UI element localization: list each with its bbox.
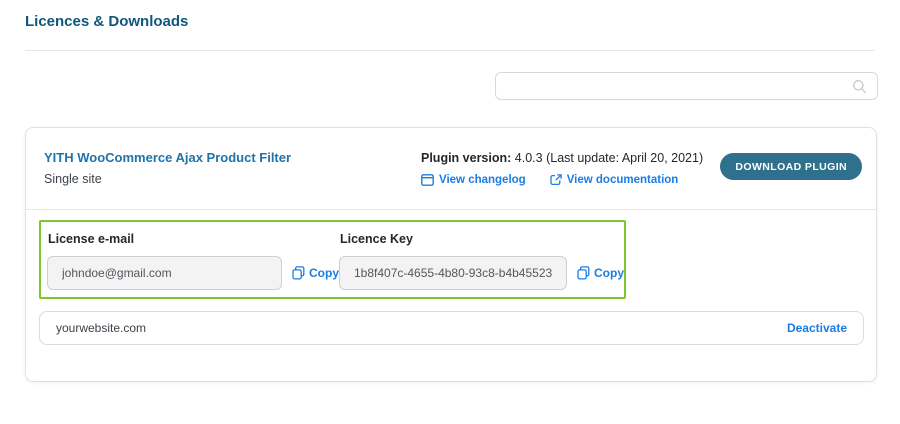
license-details-highlight-box: License e-mail Copy [39,220,626,299]
version-label: Plugin version: [421,151,511,165]
download-plugin-button[interactable]: DOWNLOAD PLUGIN [720,153,862,180]
license-email-row: Copy [47,256,339,290]
version-value: 4.0.3 [515,151,543,165]
plugin-info: YITH WooCommerce Ajax Product Filter Sin… [44,150,421,186]
doc-links: View changelog View documentation [421,174,720,186]
view-changelog-label: View changelog [439,174,526,186]
license-email-field[interactable] [47,256,282,290]
plugin-license-card: YITH WooCommerce Ajax Product Filter Sin… [25,127,877,382]
copy-icon [292,266,305,280]
title-divider [25,50,875,51]
copy-key-label: Copy [594,266,624,280]
site-name: yourwebsite.com [56,321,146,335]
last-update-text: (Last update: April 20, 2021) [546,151,703,165]
view-changelog-link[interactable]: View changelog [421,174,526,186]
license-type-label: Single site [44,172,421,186]
licences-downloads-page: Licences & Downloads YITH WooCommerce Aj… [0,0,900,424]
version-info: Plugin version: 4.0.3 (Last update: Apri… [421,150,720,186]
license-email-label: License e-mail [48,232,339,246]
copy-icon [577,266,590,280]
copy-key-link[interactable]: Copy [577,266,624,280]
search-input[interactable] [496,79,852,93]
plugin-card-header: YITH WooCommerce Ajax Product Filter Sin… [26,128,876,209]
changelog-icon [421,174,434,186]
deactivate-link[interactable]: Deactivate [787,321,847,335]
search-icon [852,79,867,94]
view-documentation-label: View documentation [567,174,679,186]
copy-email-link[interactable]: Copy [292,266,339,280]
copy-email-label: Copy [309,266,339,280]
external-link-icon [550,174,562,186]
license-key-field[interactable] [339,256,567,290]
plugin-version-line: Plugin version: 4.0.3 (Last update: Apri… [421,151,720,165]
plugin-name-link[interactable]: YITH WooCommerce Ajax Product Filter [44,150,421,165]
license-key-row: Copy [339,256,624,290]
activated-site-row: yourwebsite.com Deactivate [39,311,864,345]
search-box[interactable] [495,72,878,100]
license-email-group: License e-mail Copy [47,230,339,290]
plugin-card-body: License e-mail Copy [26,209,876,345]
license-key-label: Licence Key [340,232,624,246]
page-title: Licences & Downloads [25,13,188,30]
view-documentation-link[interactable]: View documentation [550,174,679,186]
license-key-group: Licence Key Copy [339,230,624,290]
